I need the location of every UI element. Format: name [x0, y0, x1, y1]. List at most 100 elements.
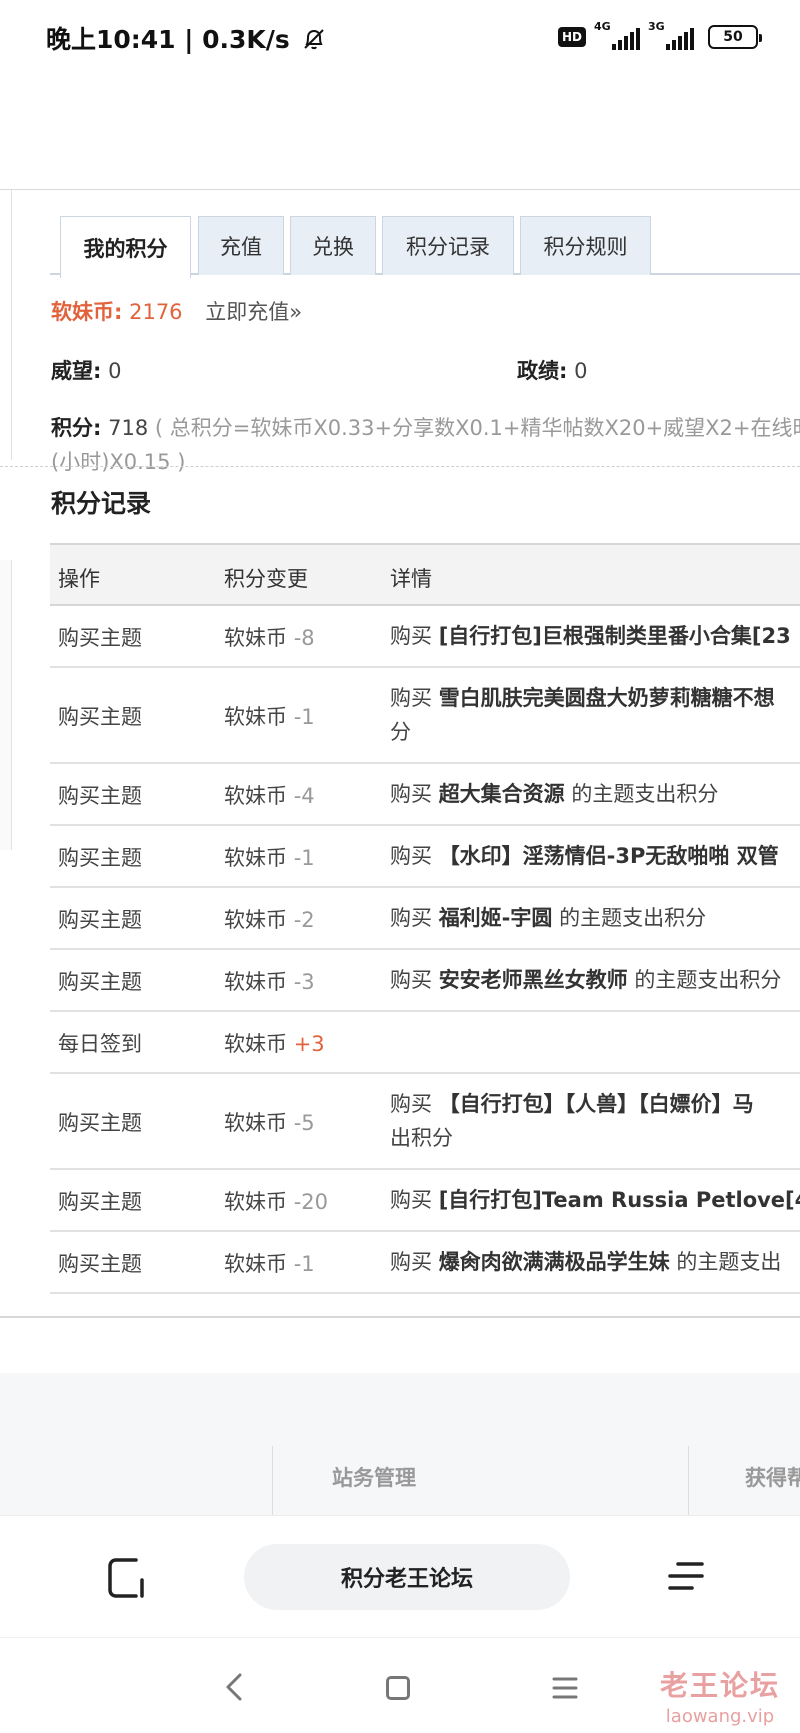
left-panel-edge: [0, 560, 12, 850]
row-detail-suffix: 的主题支出积分: [634, 968, 782, 992]
row-currency: 软妹币: [224, 1190, 287, 1214]
table-header: 操作 积分变更 详情: [50, 543, 800, 606]
points-label: 积分:: [51, 416, 102, 440]
watermark-domain: laowang.vip: [665, 1706, 775, 1727]
tab-points-rules[interactable]: 积分规则: [520, 216, 651, 275]
row-detail-prefix: 购买: [390, 782, 432, 806]
merit-label: 政绩:: [517, 359, 568, 383]
row-detail-cont: 出积分: [390, 1126, 453, 1150]
row-detail-prefix: 购买: [390, 1188, 432, 1212]
thread-link[interactable]: [自行打包]巨根强制类里番小合集[23: [439, 624, 791, 648]
row-action: 购买主题: [58, 626, 142, 650]
row-currency: 软妹币: [224, 705, 287, 729]
row-change-value: -5: [293, 1111, 315, 1135]
row-change-value: -1: [293, 705, 315, 729]
footer-link-help[interactable]: 获得帮: [745, 1462, 800, 1492]
row-detail-cont: 分: [390, 720, 411, 744]
row-change-value: -8: [293, 626, 315, 650]
thread-link[interactable]: 安安老师黑丝女教师: [439, 968, 628, 992]
row-detail-prefix: 购买: [390, 844, 432, 868]
signal-4g-icon: 4G: [594, 20, 640, 52]
row-currency: 软妹币: [224, 1111, 287, 1135]
tab-my-points[interactable]: 我的积分: [60, 216, 191, 278]
row-detail-prefix: 购买: [390, 906, 432, 930]
row-detail-suffix: 的主题支出: [676, 1250, 782, 1274]
row-detail: 购买 爆肏肉欲满满极品学生妹 的主题支出: [390, 1245, 800, 1279]
row-change-value: -4: [293, 784, 315, 808]
table-row: 购买主题 软妹币 -20 购买 [自行打包]Team Russia Petlov…: [50, 1170, 800, 1232]
footer-link-admin[interactable]: 站务管理: [332, 1462, 416, 1492]
thread-link[interactable]: 超大集合资源: [439, 782, 565, 806]
row-change-value: -3: [293, 970, 315, 994]
row-change-value: -1: [293, 1252, 315, 1276]
thread-link[interactable]: 雪白肌肤完美圆盘大奶萝莉糖糖不想: [439, 686, 775, 710]
thread-link[interactable]: 福利姬-宇圆: [439, 906, 553, 930]
row-detail: 购买 超大集合资源 的主题支出积分: [390, 777, 800, 811]
tab-exchange[interactable]: 兑换: [290, 216, 376, 275]
row-action: 购买主题: [58, 1252, 142, 1276]
left-panel-edge: [0, 190, 12, 460]
content-divider: [0, 1316, 800, 1318]
prestige-label: 威望:: [51, 359, 102, 383]
network-type-2: 3G: [648, 20, 665, 33]
points-formula: ( 总积分=软妹币X0.33+分享数X0.1+精华帖数X20+威望X2+在线时间: [154, 416, 800, 440]
table-row: 每日签到 软妹币 +3: [50, 1012, 800, 1074]
nav-back-icon[interactable]: [222, 1672, 248, 1702]
row-detail: 购买 [自行打包]巨根强制类里番小合集[23: [390, 619, 800, 653]
site-watermark: 老王论坛 laowang.vip: [660, 1664, 780, 1727]
currency-label: 软妹币:: [51, 300, 123, 324]
row-change-value: -2: [293, 908, 315, 932]
table-row: 购买主题 软妹币 -4 购买 超大集合资源 的主题支出积分: [50, 764, 800, 826]
thread-link[interactable]: 爆肏肉欲满满极品学生妹: [439, 1250, 670, 1274]
system-nav-bar: 老王论坛 laowang.vip: [0, 1637, 800, 1733]
nav-recent-icon[interactable]: [552, 1676, 578, 1700]
row-currency: 软妹币: [224, 1032, 287, 1056]
tab-switcher-icon[interactable]: [106, 1556, 150, 1600]
thread-link[interactable]: 【自行打包】【人兽】【白嫖价】马: [439, 1092, 754, 1116]
col-change: 积分变更: [224, 567, 308, 591]
col-detail: 详情: [390, 567, 432, 591]
thread-link[interactable]: 【水印】淫荡情侣-3P无敌啪啪 双管: [439, 844, 779, 868]
row-change: 软妹币 -20: [224, 1186, 328, 1216]
bell-off-icon: [303, 29, 324, 50]
row-action: 购买主题: [58, 908, 142, 932]
records-title: 积分记录: [51, 489, 152, 518]
row-currency: 软妹币: [224, 626, 287, 650]
table-row: 购买主题 软妹币 -8 购买 [自行打包]巨根强制类里番小合集[23: [50, 606, 800, 668]
table-row: 购买主题 软妹币 -1 购买 【水印】淫荡情侣-3P无敌啪啪 双管: [50, 826, 800, 888]
points-formula-cont: (小时)X0.15 ): [51, 450, 186, 474]
row-detail: 购买 安安老师黑丝女教师 的主题支出积分: [390, 963, 800, 997]
status-bar: 晚上10:41 | 0.3K/s HD 4G 3G 50: [0, 0, 800, 76]
row-action: 购买主题: [58, 1111, 142, 1135]
nav-home-icon[interactable]: [386, 1676, 410, 1700]
row-currency: 软妹币: [224, 784, 287, 808]
row-currency: 软妹币: [224, 846, 287, 870]
row-currency: 软妹币: [224, 1252, 287, 1276]
battery-icon: 50: [708, 25, 762, 49]
row-detail-suffix: 的主题支出积分: [559, 906, 707, 930]
merit-stat: 政绩: 0: [517, 355, 587, 385]
table-row: 购买主题 软妹币 -3 购买 安安老师黑丝女教师 的主题支出积分: [50, 950, 800, 1012]
status-time: 晚上10:41 | 0.3K/s: [46, 20, 327, 56]
thread-link[interactable]: [自行打包]Team Russia Petlove[47V: [439, 1188, 800, 1212]
address-bar[interactable]: 积分老王论坛: [244, 1544, 570, 1610]
row-detail-prefix: 购买: [390, 624, 432, 648]
tab-points-log[interactable]: 积分记录: [382, 216, 514, 275]
table-row: 购买主题 软妹币 -2 购买 福利姬-宇圆 的主题支出积分: [50, 888, 800, 950]
row-detail: 购买 雪白肌肤完美圆盘大奶萝莉糖糖不想分: [390, 681, 800, 749]
row-currency: 软妹币: [224, 908, 287, 932]
tab-recharge[interactable]: 充值: [198, 216, 284, 275]
row-change-value: +3: [293, 1032, 325, 1056]
menu-icon[interactable]: [664, 1556, 708, 1596]
prestige-value: 0: [108, 359, 122, 383]
recharge-link[interactable]: 立即充值»: [205, 300, 302, 324]
row-detail-prefix: 购买: [390, 1092, 432, 1116]
row-change: 软妹币 -3: [224, 966, 315, 996]
row-detail-prefix: 购买: [390, 1250, 432, 1274]
total-points: 积分: 718 ( 总积分=软妹币X0.33+分享数X0.1+精华帖数X20+威…: [51, 411, 800, 479]
network-type-1: 4G: [594, 20, 611, 33]
hd-badge: HD: [557, 27, 586, 47]
row-change: 软妹币 -2: [224, 904, 315, 934]
row-action: 购买主题: [58, 784, 142, 808]
currency-balance: 软妹币: 2176 立即充值»: [51, 296, 302, 326]
